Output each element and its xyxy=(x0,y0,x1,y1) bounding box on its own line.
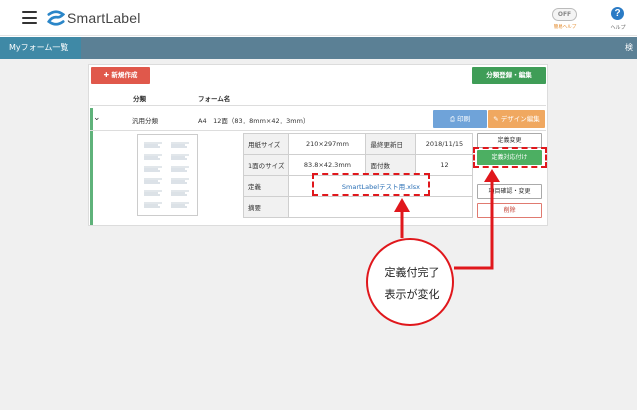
annotation-line-2: 表示が変化 xyxy=(384,288,440,301)
new-form-button[interactable]: ✚ 新規作成 xyxy=(91,67,150,84)
help-label[interactable]: ヘルプ xyxy=(606,24,630,31)
row-divider xyxy=(90,130,546,131)
paper-size-value: 210×297mm xyxy=(288,133,367,155)
header-divider xyxy=(90,105,546,106)
question-circle-icon[interactable]: ? xyxy=(611,7,624,20)
form-thumbnail xyxy=(137,134,198,216)
column-header-form-name: フォーム名 xyxy=(198,95,231,103)
nav-right-text[interactable]: 検 xyxy=(625,37,633,59)
change-definition-button[interactable]: 定義変更 xyxy=(477,133,542,148)
simple-help-caption: 簡易ヘルプ xyxy=(553,25,577,30)
category-edit-button[interactable]: 分類登録・編集 xyxy=(472,67,546,84)
top-bar: SmartLabel OFF 簡易ヘルプ ? ヘルプ xyxy=(0,0,637,36)
edit-icon: ✎ xyxy=(493,115,499,123)
nav-bar: Myフォーム一覧 検 xyxy=(0,37,637,59)
piece-size-label: 1面のサイズ xyxy=(242,154,290,176)
definition-label: 定義 xyxy=(242,175,290,197)
brand-name: SmartLabel xyxy=(67,10,141,26)
highlight-assign-button xyxy=(473,147,547,168)
row-selected-marker xyxy=(90,108,93,225)
delete-button[interactable]: 削除 xyxy=(477,203,542,218)
summary-label: 摘要 xyxy=(242,196,290,218)
column-header-category: 分類 xyxy=(133,95,146,103)
printer-icon: ⎙ xyxy=(449,115,456,123)
logo[interactable]: SmartLabel xyxy=(47,8,141,28)
chevron-down-icon[interactable]: ⌄ xyxy=(93,113,101,123)
row-category: 汎用分類 xyxy=(132,117,158,125)
simple-help-toggle[interactable]: OFF xyxy=(552,8,577,21)
highlight-definition-file xyxy=(312,173,430,196)
design-label: デザイン編集 xyxy=(500,115,540,123)
label-sheet-preview xyxy=(144,142,189,208)
tab-my-forms[interactable]: Myフォーム一覧 xyxy=(0,37,81,59)
annotation-callout: 定義付完了 表示が変化 xyxy=(366,238,454,326)
summary-value xyxy=(288,196,474,218)
confirm-change-items-button[interactable]: 項目確認・変更 xyxy=(477,184,542,199)
paper-size-label: 用紙サイズ xyxy=(242,133,290,155)
smartlabel-logo-icon xyxy=(47,10,65,26)
annotation-line-1: 定義付完了 xyxy=(384,266,440,279)
last-updated-value: 2018/11/15 xyxy=(415,133,474,155)
design-edit-button[interactable]: ✎ デザイン編集 xyxy=(488,110,545,128)
hamburger-icon[interactable] xyxy=(22,11,37,24)
print-button[interactable]: ⎙ 印刷 xyxy=(433,110,487,128)
print-label: 印刷 xyxy=(457,115,471,123)
row-form-name[interactable]: A4 12面（83．8mm×42．3mm） xyxy=(198,115,309,125)
last-updated-label: 最終更新日 xyxy=(365,133,417,155)
